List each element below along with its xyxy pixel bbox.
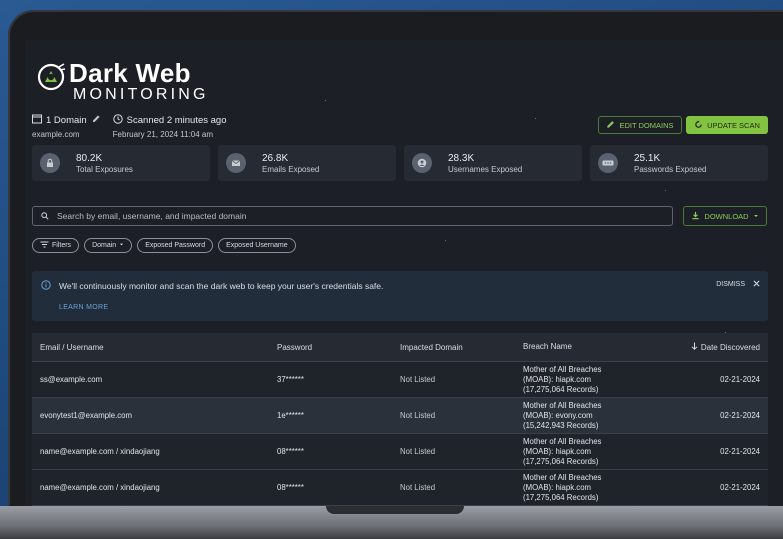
search-input[interactable] [57, 211, 657, 221]
pencil-icon[interactable] [91, 114, 101, 127]
banner-message: We'll continuously monitor and scan the … [59, 281, 384, 291]
app-logo: Dark Web MONITORING [37, 60, 209, 104]
table-row[interactable]: name@example.com / xindaojiang 08****** … [32, 434, 768, 470]
lock-icon [40, 153, 60, 173]
dismiss-button[interactable]: DISMISS [716, 280, 760, 289]
exposures-table: Email / Username Password Impacted Domai… [32, 333, 768, 506]
spider-shield-icon [37, 62, 66, 91]
exposed-username-chip[interactable]: Exposed Username [218, 238, 296, 253]
info-banner: We'll continuously monitor and scan the … [32, 271, 768, 321]
close-icon [753, 280, 760, 289]
sort-arrow-down-icon [691, 342, 698, 352]
search-box[interactable] [32, 206, 673, 226]
logo-title: Dark Web [69, 58, 191, 88]
domain-chip[interactable]: Domain [84, 238, 133, 253]
search-icon [41, 207, 49, 225]
header-password[interactable]: Password [277, 343, 400, 352]
scan-meta: 1 Domain example.com Scanned 2 minutes a… [32, 114, 227, 139]
domain-count: 1 Domain [46, 115, 87, 126]
download-icon [691, 211, 700, 222]
domain-name: example.com [32, 130, 80, 139]
scanned-date: February 21, 2024 11:04 am [112, 130, 214, 139]
filters-chip[interactable]: Filters [32, 238, 80, 253]
filter-icon [40, 241, 49, 250]
table-row[interactable]: ss@example.com 37****** Not Listed Mothe… [32, 362, 768, 398]
header-email[interactable]: Email / Username [32, 343, 277, 352]
exposed-password-chip[interactable]: Exposed Password [137, 238, 214, 253]
info-icon [41, 280, 51, 292]
scanned-status: Scanned 2 minutes ago [126, 115, 227, 126]
refresh-icon [694, 120, 703, 131]
app-screen: Dark Web MONITORING 1 Domain example.com [25, 40, 783, 506]
clock-icon [112, 114, 123, 127]
stat-passwords-exposed: 25.1K Passwords Exposed [590, 145, 768, 181]
caret-down-icon [753, 212, 759, 221]
caret-down-icon [119, 242, 124, 249]
laptop-notch [326, 506, 464, 514]
header-date[interactable]: Date Discovered [668, 342, 768, 352]
browser-window-icon [32, 114, 42, 127]
stats-row: 80.2K Total Exposures 26.8K Emails Expos… [32, 145, 768, 181]
filter-chips: Filters Domain Exposed Password Exposed … [32, 238, 296, 253]
edit-domains-button[interactable]: EDIT DOMAINS [598, 116, 682, 134]
stat-usernames-exposed: 28.3K Usernames Exposed [404, 145, 582, 181]
table-row[interactable]: name@example.com / xindaojiang 08****** … [32, 470, 768, 506]
header-breach[interactable]: Breach Name [523, 342, 668, 352]
logo-subtitle: MONITORING [73, 86, 209, 103]
update-scan-button[interactable]: UPDATE SCAN [686, 116, 768, 134]
table-row[interactable]: evonytest1@example.com 1e****** Not List… [32, 398, 768, 434]
user-icon [412, 153, 432, 173]
password-icon [598, 153, 618, 173]
learn-more-link[interactable]: LEARN MORE [59, 304, 108, 311]
stat-total-exposures: 80.2K Total Exposures [32, 145, 210, 181]
stat-emails-exposed: 26.8K Emails Exposed [218, 145, 396, 181]
mail-icon [226, 153, 246, 173]
table-header: Email / Username Password Impacted Domai… [32, 333, 768, 362]
pencil-icon [606, 120, 615, 131]
header-domain[interactable]: Impacted Domain [400, 343, 523, 352]
download-button[interactable]: DOWNLOAD [683, 206, 767, 226]
